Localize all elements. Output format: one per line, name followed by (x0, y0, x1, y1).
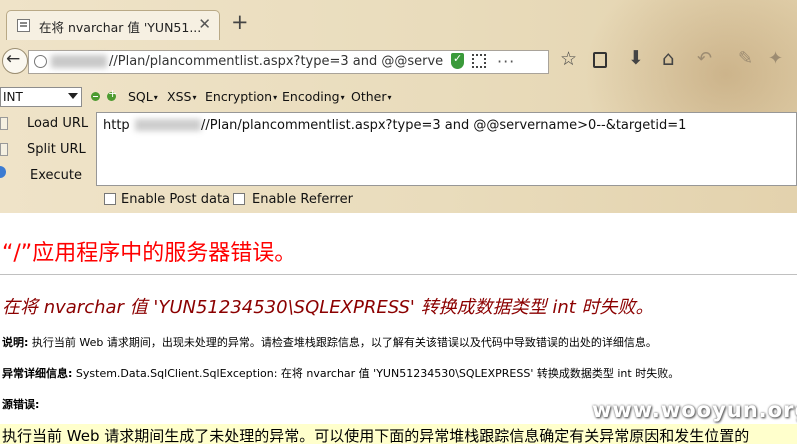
source-error-line: 源错误: (2, 396, 39, 412)
watermark-logo: www.wooyun.org (592, 398, 797, 422)
chevron-down-icon[interactable] (68, 93, 78, 99)
description-label: 说明: (2, 336, 29, 349)
globe-icon (34, 55, 47, 68)
toolbar-icon[interactable]: ↶ (697, 48, 712, 69)
load-url-icon (0, 117, 8, 130)
execute-button[interactable]: Execute (30, 168, 82, 183)
textarea-prefix: http (103, 118, 130, 133)
qr-code-icon[interactable] (472, 54, 486, 68)
home-icon[interactable]: ⌂ (662, 46, 675, 70)
toolbar-icon[interactable]: ✦ (768, 48, 783, 69)
tab-title: 在将 nvarchar 值 'YUN51... (39, 20, 202, 35)
more-dots-icon[interactable]: ··· (497, 52, 515, 71)
toolbar-icon[interactable]: ✎ (738, 48, 753, 69)
menu-encoding[interactable]: Encoding▾ (282, 89, 345, 104)
menu-other[interactable]: Other▾ (351, 89, 392, 104)
reader-icon[interactable] (593, 52, 607, 68)
split-url-icon (0, 143, 8, 156)
redacted-host (51, 55, 107, 68)
error-title: “/”应用程序中的服务器错误。 (2, 241, 297, 266)
new-tab-button[interactable]: + (231, 11, 249, 33)
menu-encryption[interactable]: Encryption▾ (205, 89, 277, 104)
load-url-button[interactable]: Load URL (27, 116, 88, 131)
split-url-button[interactable]: Split URL (27, 142, 86, 157)
browser-tab[interactable]: 在将 nvarchar 值 'YUN51... ✕ (6, 10, 220, 40)
source-error-text: 执行当前 Web 请求期间生成了未处理的异常。可以使用下面的异常堆栈跟踪信息确定… (2, 427, 750, 445)
bookmark-star-icon[interactable]: ☆ (560, 48, 577, 70)
download-icon[interactable]: ⬇ (628, 47, 644, 69)
description-text: 执行当前 Web 请求期间，出现未处理的异常。请检查堆栈跟踪信息，以了解有关该错… (28, 336, 657, 349)
source-error-label: 源错误: (2, 398, 40, 411)
menu-sql[interactable]: SQL▾ (128, 89, 158, 104)
exception-line: 异常详细信息: System.Data.SqlClient.SqlExcepti… (2, 365, 679, 381)
textarea-url: //Plan/plancommentlist.aspx?type=3 and @… (201, 118, 687, 133)
enable-post-checkbox[interactable] (104, 193, 116, 205)
enable-referrer-label: Enable Referrer (252, 192, 353, 207)
menu-xss[interactable]: XSS▾ (167, 89, 196, 104)
url-bar[interactable]: //Plan/plancommentlist.aspx?type=3 and @… (28, 50, 549, 74)
increase-icon[interactable] (107, 87, 117, 101)
exception-label: 异常详细信息: (2, 367, 73, 380)
url-text[interactable]: //Plan/plancommentlist.aspx?type=3 and @… (109, 54, 444, 69)
error-subtitle: 在将 nvarchar 值 'YUN51234530\SQLEXPRESS' 转… (2, 297, 654, 318)
enable-post-label: Enable Post data (121, 192, 231, 207)
shield-icon[interactable] (451, 52, 464, 69)
decrease-icon[interactable] (91, 92, 100, 101)
url-textarea[interactable]: http //Plan/plancommentlist.aspx?type=3 … (96, 112, 797, 186)
redacted-host (135, 119, 201, 131)
exception-text: System.Data.SqlClient.SqlException: 在将 n… (72, 367, 680, 380)
back-button[interactable] (2, 48, 28, 74)
description-line: 说明: 执行当前 Web 请求期间，出现未处理的异常。请检查堆栈跟踪信息，以了解… (2, 334, 657, 350)
divider (0, 274, 797, 275)
page-icon (17, 19, 30, 32)
close-icon[interactable]: ✕ (198, 15, 211, 33)
enable-referrer-checkbox[interactable] (233, 193, 245, 205)
